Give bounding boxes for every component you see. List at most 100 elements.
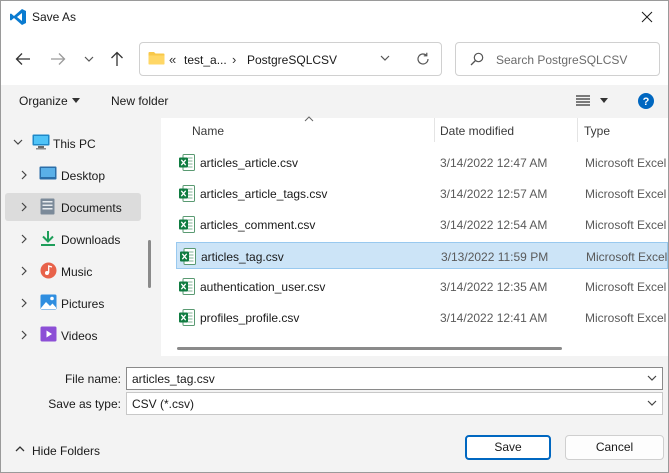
breadcrumb-current[interactable]: PostgreSQLCSV: [247, 53, 337, 67]
address-bar[interactable]: « test_a... › PostgreSQLCSV: [139, 42, 442, 76]
column-header-date[interactable]: Date modified: [435, 118, 577, 144]
excel-csv-icon: [179, 216, 195, 233]
file-list: Name Date modified Type articles_article…: [161, 116, 668, 356]
chevron-right-icon[interactable]: [21, 266, 28, 276]
new-folder-button[interactable]: New folder: [111, 94, 168, 108]
sidebar-item-pictures[interactable]: Pictures: [5, 289, 141, 317]
chevron-down-icon[interactable]: [647, 400, 657, 407]
file-type: Microsoft Excel: [585, 218, 667, 232]
search-box[interactable]: Search PostgreSQLCSV: [455, 42, 660, 76]
save-options: File name: articles_tag.csv Save as type…: [1, 356, 668, 472]
title-bar: Save As: [1, 1, 668, 33]
navigation-bar: « test_a... › PostgreSQLCSV Search Postg…: [1, 33, 668, 85]
file-row[interactable]: articles_article_tags.csv 3/14/2022 12:5…: [176, 180, 668, 207]
arrow-up-icon: [111, 51, 123, 66]
file-row[interactable]: articles_comment.csv 3/14/2022 12:54 AM …: [176, 211, 668, 238]
save-type-value: CSV (*.csv): [132, 397, 195, 411]
file-type: Microsoft Excel: [586, 250, 668, 264]
file-name-field[interactable]: articles_tag.csv: [126, 367, 663, 390]
documents-icon: [40, 198, 55, 215]
up-button[interactable]: [104, 46, 130, 72]
overflow-chevrons[interactable]: «: [169, 52, 176, 67]
sidebar-item-label: Documents: [61, 201, 122, 215]
search-input[interactable]: Search PostgreSQLCSV: [496, 53, 627, 67]
excel-csv-icon: [179, 278, 195, 295]
chevron-right-icon[interactable]: [21, 170, 28, 180]
excel-csv-icon: [179, 309, 195, 326]
chevron-down-icon[interactable]: [13, 139, 23, 146]
chevron-down-icon[interactable]: [380, 53, 390, 63]
sidebar-item-label: This PC: [53, 137, 96, 151]
file-date: 3/14/2022 12:47 AM: [440, 156, 548, 170]
file-date: 3/14/2022 12:57 AM: [440, 187, 548, 201]
refresh-icon[interactable]: [416, 52, 430, 66]
chevron-right-icon[interactable]: [21, 330, 28, 340]
caret-down-icon[interactable]: [600, 98, 608, 103]
window-title: Save As: [32, 10, 77, 24]
arrow-right-icon: [51, 53, 66, 65]
chevron-up-icon[interactable]: [15, 445, 25, 452]
save-type-select[interactable]: CSV (*.csv): [126, 392, 663, 415]
hide-folders-button[interactable]: Hide Folders: [32, 444, 100, 458]
cancel-button[interactable]: Cancel: [565, 435, 664, 460]
sidebar-item-documents[interactable]: Documents: [5, 193, 141, 221]
file-row[interactable]: profiles_profile.csv 3/14/2022 12:41 AM …: [176, 304, 668, 331]
file-date: 3/14/2022 12:54 AM: [440, 218, 548, 232]
breadcrumb-separator[interactable]: ›: [232, 52, 236, 67]
file-date: 3/14/2022 12:41 AM: [440, 311, 548, 325]
file-name: articles_article_tags.csv: [200, 187, 328, 201]
monitor-icon: [32, 134, 50, 150]
forward-button[interactable]: [45, 46, 71, 72]
sidebar-item-videos[interactable]: Videos: [5, 321, 141, 349]
sidebar-item-music[interactable]: Music: [5, 257, 141, 285]
chevron-right-icon[interactable]: [21, 298, 28, 308]
horizontal-scrollbar-thumb[interactable]: [177, 347, 562, 350]
file-type: Microsoft Excel: [585, 187, 667, 201]
sidebar-item-label: Music: [61, 265, 93, 279]
file-name: authentication_user.csv: [200, 280, 326, 294]
recent-locations-button[interactable]: [76, 46, 102, 72]
desktop-icon: [39, 166, 57, 180]
sort-ascending-icon: [304, 116, 314, 122]
save-button[interactable]: Save: [465, 435, 551, 460]
back-button[interactable]: [10, 46, 36, 72]
organize-button[interactable]: Organize: [19, 94, 68, 108]
file-row[interactable]: authentication_user.csv 3/14/2022 12:35 …: [176, 273, 668, 300]
caret-down-icon[interactable]: [72, 98, 80, 103]
sidebar-item-downloads[interactable]: Downloads: [5, 225, 141, 253]
command-bar: Organize New folder ?: [1, 85, 668, 118]
column-header-label: Name: [192, 124, 225, 138]
file-name: profiles_profile.csv: [200, 311, 300, 325]
help-icon[interactable]: ?: [638, 93, 654, 109]
download-icon: [41, 231, 55, 246]
file-type: Microsoft Excel: [585, 311, 667, 325]
file-type: Microsoft Excel: [585, 280, 667, 294]
folder-icon: [148, 52, 165, 65]
column-header-type[interactable]: Type: [578, 118, 668, 144]
navigation-pane-scrollbar[interactable]: [148, 240, 151, 288]
column-header-label: Type: [584, 124, 611, 138]
file-date: 3/14/2022 12:35 AM: [440, 280, 548, 294]
view-options-icon[interactable]: [576, 95, 590, 106]
vscode-icon: [10, 9, 26, 25]
file-row-selected[interactable]: articles_tag.csv 3/13/2022 11:59 PM Micr…: [176, 242, 668, 269]
file-row[interactable]: articles_article.csv 3/14/2022 12:47 AM …: [176, 149, 668, 176]
chevron-right-icon[interactable]: [21, 234, 28, 244]
column-header-name[interactable]: Name: [161, 116, 433, 144]
file-name: articles_comment.csv: [200, 218, 316, 232]
navigation-pane: This PC Desktop Documents Downloads Musi…: [1, 118, 158, 356]
svg-text:?: ?: [643, 96, 650, 108]
search-icon: [470, 52, 484, 66]
excel-csv-icon: [179, 185, 195, 202]
chevron-down-icon[interactable]: [647, 375, 657, 382]
music-icon: [40, 262, 57, 279]
save-type-label: Save as type:: [48, 397, 121, 411]
sidebar-item-this-pc[interactable]: This PC: [5, 129, 141, 157]
breadcrumb-parent[interactable]: test_a...: [184, 53, 227, 67]
sidebar-item-desktop[interactable]: Desktop: [5, 161, 141, 189]
chevron-right-icon[interactable]: [21, 202, 28, 212]
close-icon: [641, 11, 653, 23]
sidebar-item-label: Desktop: [61, 169, 106, 183]
chevron-down-icon: [84, 56, 94, 62]
close-button[interactable]: [625, 1, 668, 33]
